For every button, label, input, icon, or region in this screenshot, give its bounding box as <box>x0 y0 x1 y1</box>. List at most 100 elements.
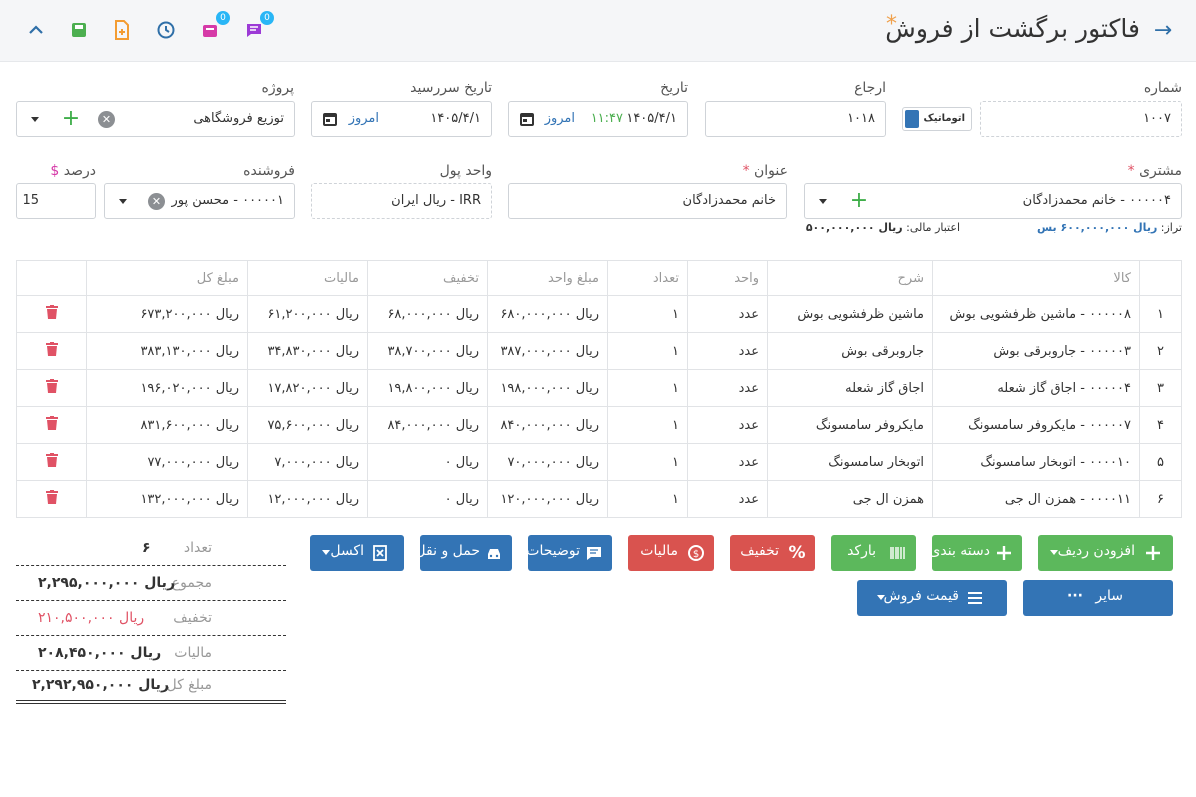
delete-row-cell[interactable] <box>16 443 87 481</box>
trash-icon[interactable] <box>45 305 58 319</box>
save-icon[interactable] <box>67 18 91 42</box>
description-cell[interactable]: ماشین ظرفشویی بوش <box>767 295 933 333</box>
unit-price-cell[interactable]: ریال ۱۲۰,۰۰۰,۰۰۰ <box>487 480 608 518</box>
trash-icon[interactable] <box>45 416 58 430</box>
quantity-cell[interactable]: ۱ <box>607 443 688 481</box>
delete-row-cell[interactable] <box>16 332 87 370</box>
discount-cell[interactable]: ریال ۰ <box>367 480 488 518</box>
discount-cell[interactable]: ریال ۱۹,۸۰۰,۰۰۰ <box>367 369 488 407</box>
total-cell[interactable]: ریال ۱۹۶,۰۲۰,۰۰۰ <box>86 369 248 407</box>
item-cell[interactable]: ۰۰۰۰۱۰ - اتوبخار سامسونگ <box>932 443 1140 481</box>
chevron-down-icon[interactable] <box>31 117 39 122</box>
reference-input[interactable]: ۱۰۱۸ <box>705 101 886 137</box>
tax-cell[interactable]: ریال ۷,۰۰۰,۰۰۰ <box>247 443 368 481</box>
new-file-icon[interactable] <box>110 18 134 42</box>
unit-price-cell[interactable]: ریال ۶۸۰,۰۰۰,۰۰۰ <box>487 295 608 333</box>
unit-price-cell[interactable]: ریال ۳۸۷,۰۰۰,۰۰۰ <box>487 332 608 370</box>
excel-button[interactable]: اکسل <box>310 535 404 571</box>
trash-icon[interactable] <box>45 490 58 504</box>
discount-button[interactable]: % تخفیف <box>730 535 815 571</box>
unit-cell[interactable]: عدد <box>687 369 768 407</box>
attachments-box-icon[interactable]: 0 <box>198 11 230 42</box>
description-cell[interactable]: اتوبخار سامسونگ <box>767 443 933 481</box>
history-clock-icon[interactable] <box>154 18 178 42</box>
quantity-cell[interactable]: ۱ <box>607 332 688 370</box>
seller-select[interactable]: ۰۰۰۰۰۱ - محسن پور ✕ <box>104 183 295 219</box>
calendar-icon[interactable] <box>322 111 338 127</box>
percent-input[interactable]: 15 <box>16 183 96 219</box>
delete-row-cell[interactable] <box>16 480 87 518</box>
tax-cell[interactable]: ریال ۱۲,۰۰۰,۰۰۰ <box>247 480 368 518</box>
tax-cell[interactable]: ریال ۱۷,۸۲۰,۰۰۰ <box>247 369 368 407</box>
due-date-today-link[interactable]: امروز <box>349 111 379 126</box>
table-row[interactable]: ۲ ۰۰۰۰۰۳ - جاروبرقی بوش جاروبرقی بوش عدد ۱ ری… <box>16 332 1182 370</box>
trash-icon[interactable] <box>45 342 58 356</box>
unit-cell[interactable]: عدد <box>687 295 768 333</box>
tax-cell[interactable]: ریال ۶۱,۲۰۰,۰۰۰ <box>247 295 368 333</box>
item-cell[interactable]: ۰۰۰۰۰۳ - جاروبرقی بوش <box>932 332 1140 370</box>
delete-row-cell[interactable] <box>16 295 87 333</box>
description-cell[interactable]: جاروبرقی بوش <box>767 332 933 370</box>
project-select[interactable]: توزیع فروشگاهی ✕ + <box>16 101 295 137</box>
table-row[interactable]: ۵ ۰۰۰۰۱۰ - اتوبخار سامسونگ اتوبخار سامسونگ… <box>16 443 1182 481</box>
date-input[interactable]: ۱۴۰۵/۴/۱ ۱۱:۴۷ امروز <box>508 101 688 137</box>
date-today-link[interactable]: امروز <box>545 111 575 126</box>
customer-select[interactable]: ۰۰۰۰۰۴ - خانم محمدزادگان + <box>804 183 1182 219</box>
shipping-button[interactable]: حمل و نقل <box>415 535 512 571</box>
unit-cell[interactable]: عدد <box>687 443 768 481</box>
due-date-input[interactable]: ۱۴۰۵/۴/۱ امروز <box>311 101 492 137</box>
other-button[interactable]: سایر ··· <box>1023 580 1173 616</box>
sale-price-button[interactable]: قیمت فروش <box>857 580 1007 616</box>
quantity-cell[interactable]: ۱ <box>607 406 688 444</box>
tax-button[interactable]: $ مالیات <box>628 535 714 571</box>
back-arrow-icon[interactable]: → <box>1150 18 1176 44</box>
description-cell[interactable]: مایکروفر سامسونگ <box>767 406 933 444</box>
item-cell[interactable]: ۰۰۰۰۰۷ - مایکروفر سامسونگ <box>932 406 1140 444</box>
discount-cell[interactable]: ریال ۸۴,۰۰۰,۰۰۰ <box>367 406 488 444</box>
unit-price-cell[interactable]: ریال ۷۰,۰۰۰,۰۰۰ <box>487 443 608 481</box>
description-cell[interactable]: اجاق گاز شعله <box>767 369 933 407</box>
description-cell[interactable]: همزن ال جی <box>767 480 933 518</box>
table-row[interactable]: ۳ ۰۰۰۰۰۴ - اجاق گاز شعله اجاق گاز شعله عدد ۱… <box>16 369 1182 407</box>
delete-row-cell[interactable] <box>16 406 87 444</box>
unit-cell[interactable]: عدد <box>687 332 768 370</box>
quantity-cell[interactable]: ۱ <box>607 295 688 333</box>
add-customer-icon[interactable]: + <box>847 188 871 214</box>
tax-cell[interactable]: ریال ۷۵,۶۰۰,۰۰۰ <box>247 406 368 444</box>
subject-input[interactable]: خانم محمدزادگان <box>508 183 787 219</box>
table-row[interactable]: ۶ ۰۰۰۰۱۱ - همزن ال جی همزن ال جی عدد ۱ ریال ۱… <box>16 480 1182 518</box>
discount-cell[interactable]: ریال ۳۸,۷۰۰,۰۰۰ <box>367 332 488 370</box>
item-cell[interactable]: ۰۰۰۰۱۱ - همزن ال جی <box>932 480 1140 518</box>
item-cell[interactable]: ۰۰۰۰۰۸ - ماشین ظرفشویی بوش <box>932 295 1140 333</box>
discount-cell[interactable]: ریال ۰ <box>367 443 488 481</box>
quantity-cell[interactable]: ۱ <box>607 369 688 407</box>
notes-chat-icon[interactable]: 0 <box>242 11 274 42</box>
add-row-button[interactable]: افزودن ردیف <box>1038 535 1173 571</box>
total-cell[interactable]: ریال ۶۷۳,۲۰۰,۰۰۰ <box>86 295 248 333</box>
total-cell[interactable]: ریال ۱۳۲,۰۰۰,۰۰۰ <box>86 480 248 518</box>
unit-price-cell[interactable]: ریال ۸۴۰,۰۰۰,۰۰۰ <box>487 406 608 444</box>
category-button[interactable]: دسته بندی <box>929 535 1022 571</box>
total-cell[interactable]: ریال ۷۷,۰۰۰,۰۰۰ <box>86 443 248 481</box>
delete-row-cell[interactable] <box>16 369 87 407</box>
notes-button[interactable]: توضیحات <box>526 535 612 571</box>
unit-cell[interactable]: عدد <box>687 480 768 518</box>
table-row[interactable]: ۴ ۰۰۰۰۰۷ - مایکروفر سامسونگ مایکروفر سامسو… <box>16 406 1182 444</box>
chevron-up-icon[interactable] <box>24 18 48 42</box>
discount-cell[interactable]: ریال ۶۸,۰۰۰,۰۰۰ <box>367 295 488 333</box>
clear-icon[interactable]: ✕ <box>98 111 115 128</box>
auto-number-toggle[interactable]: اتوماتیک <box>902 107 972 131</box>
barcode-button[interactable]: بارکد <box>831 535 916 571</box>
trash-icon[interactable] <box>45 453 58 467</box>
calendar-icon[interactable] <box>519 111 535 127</box>
chevron-down-icon[interactable] <box>819 199 827 204</box>
clear-icon[interactable]: ✕ <box>148 193 165 210</box>
trash-icon[interactable] <box>45 379 58 393</box>
item-cell[interactable]: ۰۰۰۰۰۴ - اجاق گاز شعله <box>932 369 1140 407</box>
quantity-cell[interactable]: ۱ <box>607 480 688 518</box>
unit-price-cell[interactable]: ریال ۱۹۸,۰۰۰,۰۰۰ <box>487 369 608 407</box>
number-field[interactable]: ۱۰۰۷ <box>980 101 1182 137</box>
total-cell[interactable]: ریال ۳۸۳,۱۳۰,۰۰۰ <box>86 332 248 370</box>
add-project-icon[interactable]: + <box>59 106 83 132</box>
total-cell[interactable]: ریال ۸۳۱,۶۰۰,۰۰۰ <box>86 406 248 444</box>
